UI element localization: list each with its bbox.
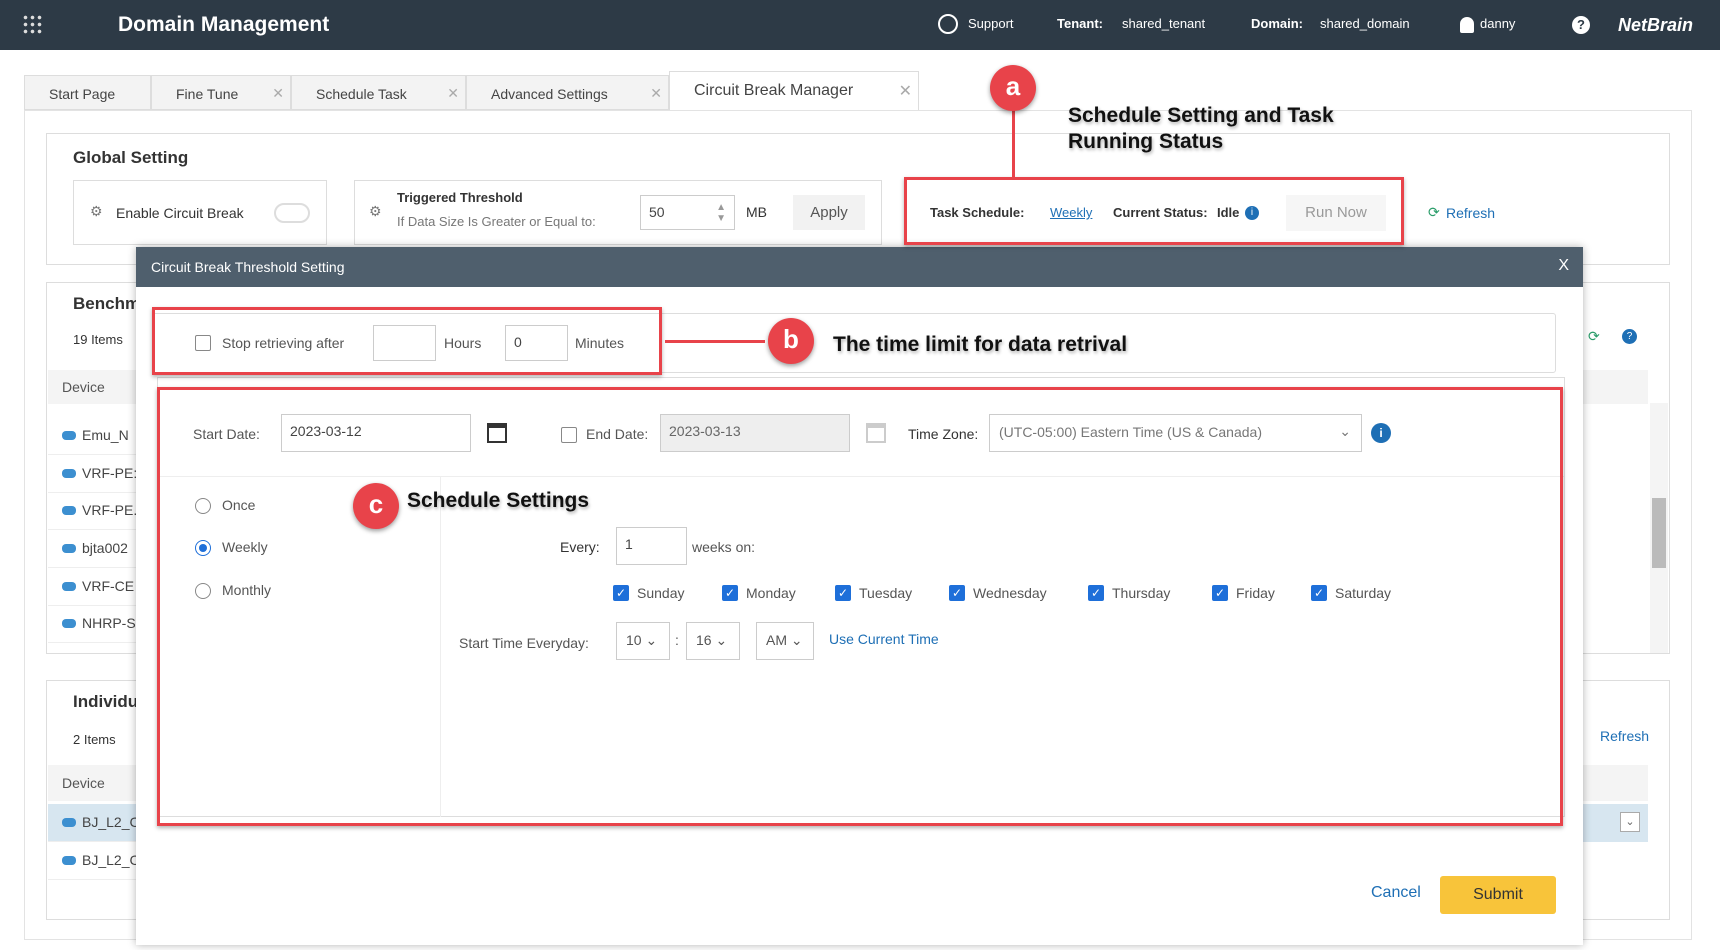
annotation-line-b — [665, 340, 765, 343]
tab-label: Circuit Break Manager — [694, 82, 854, 99]
tenant-label: Tenant: — [1057, 16, 1103, 31]
annotation-text-b: The time limit for data retrival — [833, 333, 1128, 356]
table-row[interactable]: VRF-PE: — [48, 455, 136, 493]
annotation-text-a: Schedule Setting and Task Running Status — [1068, 104, 1334, 153]
column-device[interactable]: Device — [62, 379, 105, 395]
device-icon — [62, 818, 76, 827]
refresh-link[interactable]: Refresh — [1446, 205, 1495, 221]
user-icon — [1460, 17, 1474, 33]
app-grid-icon[interactable] — [22, 14, 42, 34]
device-icon — [62, 582, 76, 591]
annotation-badge-c: c — [353, 483, 399, 529]
tab-label: Fine Tune — [176, 86, 239, 102]
device-icon — [62, 544, 76, 553]
submit-button[interactable]: Submit — [1440, 876, 1556, 914]
threshold-title: Triggered Threshold — [397, 190, 523, 205]
domain-value[interactable]: shared_domain — [1320, 16, 1410, 31]
domain-label: Domain: — [1251, 16, 1303, 31]
tab-advanced-settings[interactable]: Advanced Settings ✕ — [466, 75, 669, 110]
support-icon[interactable] — [938, 14, 958, 34]
annotation-box-c — [157, 387, 1563, 826]
tab-label: Advanced Settings — [491, 86, 608, 102]
device-icon — [62, 619, 76, 628]
help-icon[interactable]: ? — [1622, 329, 1637, 344]
apply-button[interactable]: Apply — [793, 195, 865, 230]
dialog-title: Circuit Break Threshold Setting — [151, 259, 345, 275]
table-row[interactable]: Emu_N — [48, 417, 136, 455]
annotation-line-a — [1012, 108, 1015, 178]
benchmark-title: Benchm — [73, 294, 141, 313]
annotation-badge-b: b — [768, 318, 814, 364]
threshold-box: ⚙ Triggered Threshold If Data Size Is Gr… — [354, 180, 882, 245]
column-device[interactable]: Device — [62, 775, 105, 791]
user-name[interactable]: danny — [1480, 16, 1515, 31]
annotation-box-b — [152, 307, 662, 375]
individual-title: Individu — [73, 692, 139, 711]
device-name: Emu_N — [82, 427, 129, 443]
help-icon[interactable]: ? — [1572, 16, 1590, 34]
tab-circuit-break-manager[interactable]: Circuit Break Manager ✕ — [669, 71, 919, 111]
threshold-desc: If Data Size Is Greater or Equal to: — [397, 214, 596, 229]
close-icon[interactable]: ✕ — [447, 85, 459, 102]
unit-label: MB — [746, 204, 767, 220]
annotation-badge-a: a — [990, 65, 1036, 111]
tab-label: Start Page — [49, 86, 116, 102]
table-row[interactable]: NHRP-S — [48, 605, 136, 643]
enable-label: Enable Circuit Break — [116, 205, 244, 221]
export-icon[interactable]: ⟳ — [1588, 328, 1600, 345]
row-dropdown[interactable]: ⌄ — [1620, 812, 1640, 832]
table-row[interactable]: BJ_L2_C — [48, 804, 136, 842]
device-name: NHRP-S — [82, 615, 136, 631]
netbrain-logo: NetBrain — [1618, 15, 1694, 35]
benchmark-count: 19 Items — [73, 332, 123, 347]
close-icon[interactable]: ✕ — [272, 85, 284, 102]
tab-label: Schedule Task — [316, 86, 407, 102]
device-name: BJ_L2_C — [82, 814, 136, 830]
device-name: VRF-CE — [82, 578, 135, 594]
annotation-box-a — [904, 177, 1404, 245]
device-name: VRF-PE: — [82, 465, 136, 481]
device-name: BJ_L2_C — [82, 852, 136, 868]
device-icon — [62, 856, 76, 865]
cancel-button[interactable]: Cancel — [1371, 884, 1421, 902]
device-name: VRF-PE. — [82, 502, 136, 518]
tab-start-page[interactable]: Start Page — [24, 75, 151, 110]
refresh-icon[interactable]: ⟳ — [1428, 204, 1440, 221]
tenant-value[interactable]: shared_tenant — [1122, 16, 1205, 31]
device-icon — [62, 431, 76, 440]
threshold-value: 50 — [649, 204, 665, 220]
stepper-icon[interactable]: ▲ ▼ — [716, 202, 726, 224]
close-icon[interactable]: ✕ — [899, 81, 912, 101]
refresh-link[interactable]: Refresh — [1600, 728, 1649, 744]
gear-icon: ⚙ — [369, 203, 382, 219]
table-row[interactable]: BJ_L2_C — [48, 842, 136, 880]
device-name: bjta002 — [82, 540, 128, 556]
gear-icon: ⚙ — [90, 203, 103, 219]
device-icon — [62, 506, 76, 515]
enable-circuit-break-box: ⚙ Enable Circuit Break — [73, 180, 327, 245]
enable-toggle[interactable] — [274, 203, 310, 223]
table-row[interactable]: VRF-PE. — [48, 492, 136, 530]
threshold-input[interactable]: 50 ▲ ▼ — [640, 195, 735, 230]
individual-count: 2 Items — [73, 732, 116, 747]
scrollbar[interactable] — [1650, 403, 1668, 653]
scrollbar-thumb[interactable] — [1652, 498, 1666, 568]
device-icon — [62, 469, 76, 478]
table-row[interactable]: bjta002 — [48, 530, 136, 568]
top-bar: Domain Management Support Tenant: shared… — [0, 0, 1720, 50]
close-icon[interactable]: ✕ — [650, 85, 662, 102]
dialog-header: Circuit Break Threshold Setting X — [136, 247, 1583, 287]
annotation-text-c: Schedule Settings — [407, 489, 590, 512]
tab-fine-tune[interactable]: Fine Tune ✕ — [151, 75, 291, 110]
app-title: Domain Management — [118, 13, 330, 36]
section-title: Global Setting — [73, 148, 189, 167]
table-row[interactable]: VRF-CE — [48, 568, 136, 606]
support-link[interactable]: Support — [968, 16, 1014, 31]
close-icon[interactable]: X — [1558, 257, 1569, 275]
tab-schedule-task[interactable]: Schedule Task ✕ — [291, 75, 466, 110]
